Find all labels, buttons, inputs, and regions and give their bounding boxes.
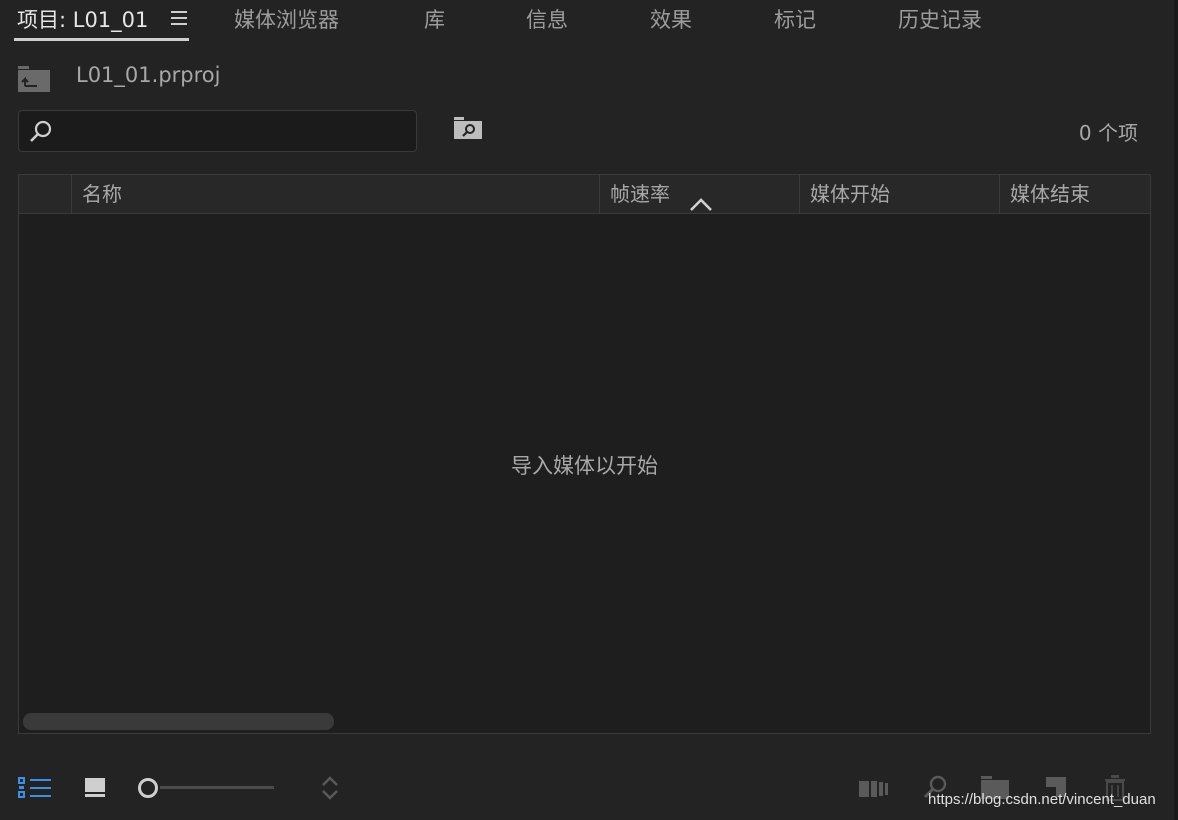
table-header: 名称 帧速率 媒体开始 媒体结束 [19,175,1150,214]
tab-effects[interactable]: 效果 [650,4,692,34]
tab-markers[interactable]: 标记 [774,4,816,34]
panel-tab-bar: 项目: L01_01 媒体浏览器 库 信息 效果 标记 历史记录 [0,0,1178,46]
watermark: https://blog.csdn.net/vincent_duan [928,791,1156,808]
list-view-icon[interactable] [18,777,52,803]
sort-ascending-icon [689,186,713,211]
search-icon [29,119,53,143]
column-header-media-start[interactable]: 媒体开始 [799,175,999,213]
project-file-name: L01_01.prproj [76,63,221,87]
tab-libraries[interactable]: 库 [424,4,445,34]
column-header-frame-rate-label: 帧速率 [610,182,670,206]
search-field[interactable] [18,110,417,152]
column-header-frame-rate[interactable]: 帧速率 [599,175,799,213]
horizontal-scrollbar[interactable] [23,713,334,730]
zoom-slider-track[interactable] [160,786,274,789]
zoom-slider-thumb[interactable] [138,778,158,798]
active-tab-indicator [14,38,189,41]
empty-state-message: 导入媒体以开始 [511,454,658,478]
icon-view-icon[interactable] [84,778,106,802]
tab-history[interactable]: 历史记录 [898,4,982,34]
project-folder-icon[interactable] [18,66,50,92]
project-items-table: 名称 帧速率 媒体开始 媒体结束 导入媒体以开始 [18,174,1151,734]
automate-to-sequence-icon[interactable] [858,779,890,803]
tab-project[interactable]: 项目: L01_01 [17,4,148,34]
new-search-bin-icon[interactable] [452,117,484,141]
column-label-color[interactable] [19,175,71,213]
tab-info[interactable]: 信息 [526,4,568,34]
search-input[interactable] [61,115,410,147]
tab-media-browser[interactable]: 媒体浏览器 [234,4,339,34]
sort-icons-icon[interactable] [320,776,340,804]
panel-menu-icon[interactable] [171,11,187,25]
column-header-name[interactable]: 名称 [71,175,599,213]
panel-edge [1174,0,1178,820]
items-count: 0 个项 [1078,121,1138,145]
column-header-media-end[interactable]: 媒体结束 [999,175,1150,213]
